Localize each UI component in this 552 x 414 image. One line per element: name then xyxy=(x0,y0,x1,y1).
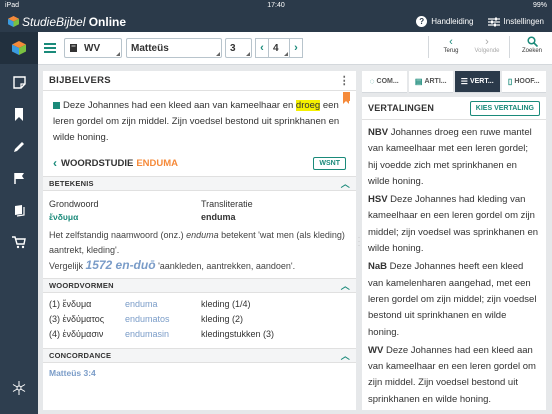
article-icon: ▤ xyxy=(414,77,423,86)
sidebar-item-bookmarks[interactable] xyxy=(0,98,38,130)
wsnt-button[interactable]: WSNT xyxy=(313,156,346,170)
chevron-right-icon: › xyxy=(294,42,298,54)
translation-item: NBV Johannes droeg een ruwe mantel van k… xyxy=(368,127,532,187)
panel-resize-handle[interactable]: · · · xyxy=(358,235,361,249)
chapter-select[interactable]: 3 xyxy=(225,38,252,58)
choose-translation-button[interactable]: KIES VERTALING xyxy=(469,100,540,116)
list-item: (4) ἐνδύμασιν endumasin kledingstukken (… xyxy=(49,329,275,339)
note-icon[interactable] xyxy=(53,101,60,109)
help-button[interactable]: ? Handleiding xyxy=(416,16,474,27)
help-icon: ? xyxy=(416,16,428,27)
sidebar-item-notes[interactable] xyxy=(0,66,38,98)
battery-level: 99% xyxy=(532,2,547,9)
chevron-left-icon: ‹ xyxy=(449,36,453,48)
flag-icon xyxy=(13,172,24,184)
translations-panel: VERTALINGEN KIES VERTALING NBV Johannes … xyxy=(362,97,546,410)
document-icon: ▯ xyxy=(507,77,513,86)
root-word-link[interactable]: ἔνδυμα xyxy=(49,211,201,224)
network-icon xyxy=(12,381,26,395)
panel-header: VERTALINGEN KIES VERTALING xyxy=(362,97,546,120)
chevron-left-icon[interactable]: ‹ xyxy=(53,156,57,170)
cart-icon xyxy=(12,235,26,248)
chevron-up-icon: ︿ xyxy=(340,351,350,361)
sliders-icon xyxy=(487,17,500,26)
verse-text: Deze Johannes had een kleed aan van kame… xyxy=(53,100,340,143)
sidebar xyxy=(0,32,38,414)
root-word-table: Grondwoord Transliteratie ἔνδυμα enduma xyxy=(49,199,253,224)
list-item: (1) ἔνδυμα enduma kleding (1/4) xyxy=(49,299,251,309)
list-item: (3) ἐνδύματος endumatos kleding (2) xyxy=(49,314,244,324)
chevron-left-icon: ‹ xyxy=(260,42,264,54)
settings-button[interactable]: Instellingen xyxy=(487,17,544,27)
concordance-link[interactable]: Matteüs 3:4 xyxy=(43,363,356,383)
tab-articles[interactable]: ▤ ARTI... xyxy=(408,71,453,93)
app-title: StudieBijbel Online xyxy=(22,14,127,29)
translation-item: NaB Deze Johannes heeft een kleed van ka… xyxy=(368,261,537,338)
book-icon xyxy=(70,44,77,52)
sidebar-item-shop[interactable] xyxy=(0,226,38,258)
app-header: StudieBijbel Online ? Handleiding Instel… xyxy=(0,11,552,32)
compare-link[interactable]: 1572 en-duō xyxy=(86,258,156,272)
compare-text: Vergelijk 1572 en-duō 'aankleden, aantre… xyxy=(49,258,296,272)
more-options-icon[interactable]: ⋮ xyxy=(339,74,350,87)
section-meaning[interactable]: BETEKENIS ︿ xyxy=(43,176,356,191)
sidebar-item-edit[interactable] xyxy=(0,130,38,162)
meaning-text: Het zelfstandig naamwoord (onz.) enduma … xyxy=(49,230,345,255)
chevron-right-icon: › xyxy=(485,36,489,48)
panel-title: VERTALINGEN xyxy=(368,103,435,113)
word-study-header: ‹ WOORDSTUDIE ENDUMA WSNT xyxy=(43,154,356,172)
section-word-forms[interactable]: WOORDVORMEN ︿ xyxy=(43,278,356,293)
tab-chapters[interactable]: ▯ HOOF... xyxy=(501,71,546,93)
sidebar-item-flags[interactable] xyxy=(0,162,38,194)
cube-icon xyxy=(12,41,26,55)
section-concordance[interactable]: CONCORDANCE ︿ xyxy=(43,348,356,363)
next-verse-button[interactable]: › xyxy=(289,38,303,58)
bookmark-icon[interactable] xyxy=(343,92,350,104)
comment-icon: ◌ xyxy=(369,77,375,86)
pencil-icon xyxy=(13,141,24,152)
back-button[interactable]: ‹ Terug xyxy=(437,36,465,54)
books-icon xyxy=(14,204,25,217)
toolbar-actions: ‹ Terug › Volgende Zoeken xyxy=(428,36,546,58)
sidebar-item-network[interactable] xyxy=(0,372,38,404)
panel-header: BIJBELVERS ⋮ xyxy=(43,71,356,91)
logo-icon xyxy=(8,16,19,27)
chevron-up-icon: ︿ xyxy=(340,281,350,291)
sidebar-item-library[interactable] xyxy=(0,194,38,226)
translation-item: HSV Deze Johannes had kleding van kameel… xyxy=(368,194,539,255)
translations-list: NBV Johannes droeg een ruwe mantel van k… xyxy=(362,120,546,408)
forward-button[interactable]: › Volgende xyxy=(473,36,501,54)
chevron-up-icon: ︿ xyxy=(340,179,350,189)
translation-item: WV Deze Johannes had een kleed aan van k… xyxy=(368,344,536,405)
search-button[interactable]: Zoeken xyxy=(518,36,546,54)
navigation-toolbar: WV Matteüs 3 ‹ 4 › ‹ Terug › Volgende Zo… xyxy=(38,32,552,65)
bookmark-icon xyxy=(15,107,23,121)
status-bar: iPad 17:40 99% xyxy=(0,0,552,11)
translation-select[interactable]: WV xyxy=(64,38,122,58)
clock: 17:40 xyxy=(267,2,285,9)
menu-icon[interactable] xyxy=(44,43,56,53)
note-icon xyxy=(12,75,26,89)
sidebar-item-bible[interactable] xyxy=(0,32,38,64)
device-label: iPad xyxy=(5,2,20,9)
tab-translations[interactable]: ☰ VERT... xyxy=(455,71,500,93)
book-select[interactable]: Matteüs xyxy=(126,38,222,58)
search-icon xyxy=(526,36,538,47)
tab-commentary[interactable]: ◌ COM... xyxy=(362,71,407,93)
bible-verse-panel: BIJBELVERS ⋮ Deze Johannes had een kleed… xyxy=(43,71,356,410)
right-panel-tabs: ◌ COM... ▤ ARTI... ☰ VERT... ▯ HOOF... xyxy=(362,71,546,93)
verse-select[interactable]: 4 xyxy=(269,38,289,58)
word-forms-list: (1) ἔνδυμα enduma kleding (1/4) (3) ἐνδύ… xyxy=(43,297,356,342)
highlighted-word[interactable]: droeg xyxy=(295,100,321,111)
list-icon: ☰ xyxy=(460,77,468,86)
previous-verse-button[interactable]: ‹ xyxy=(255,38,269,58)
panel-title: BIJBELVERS xyxy=(49,75,111,86)
